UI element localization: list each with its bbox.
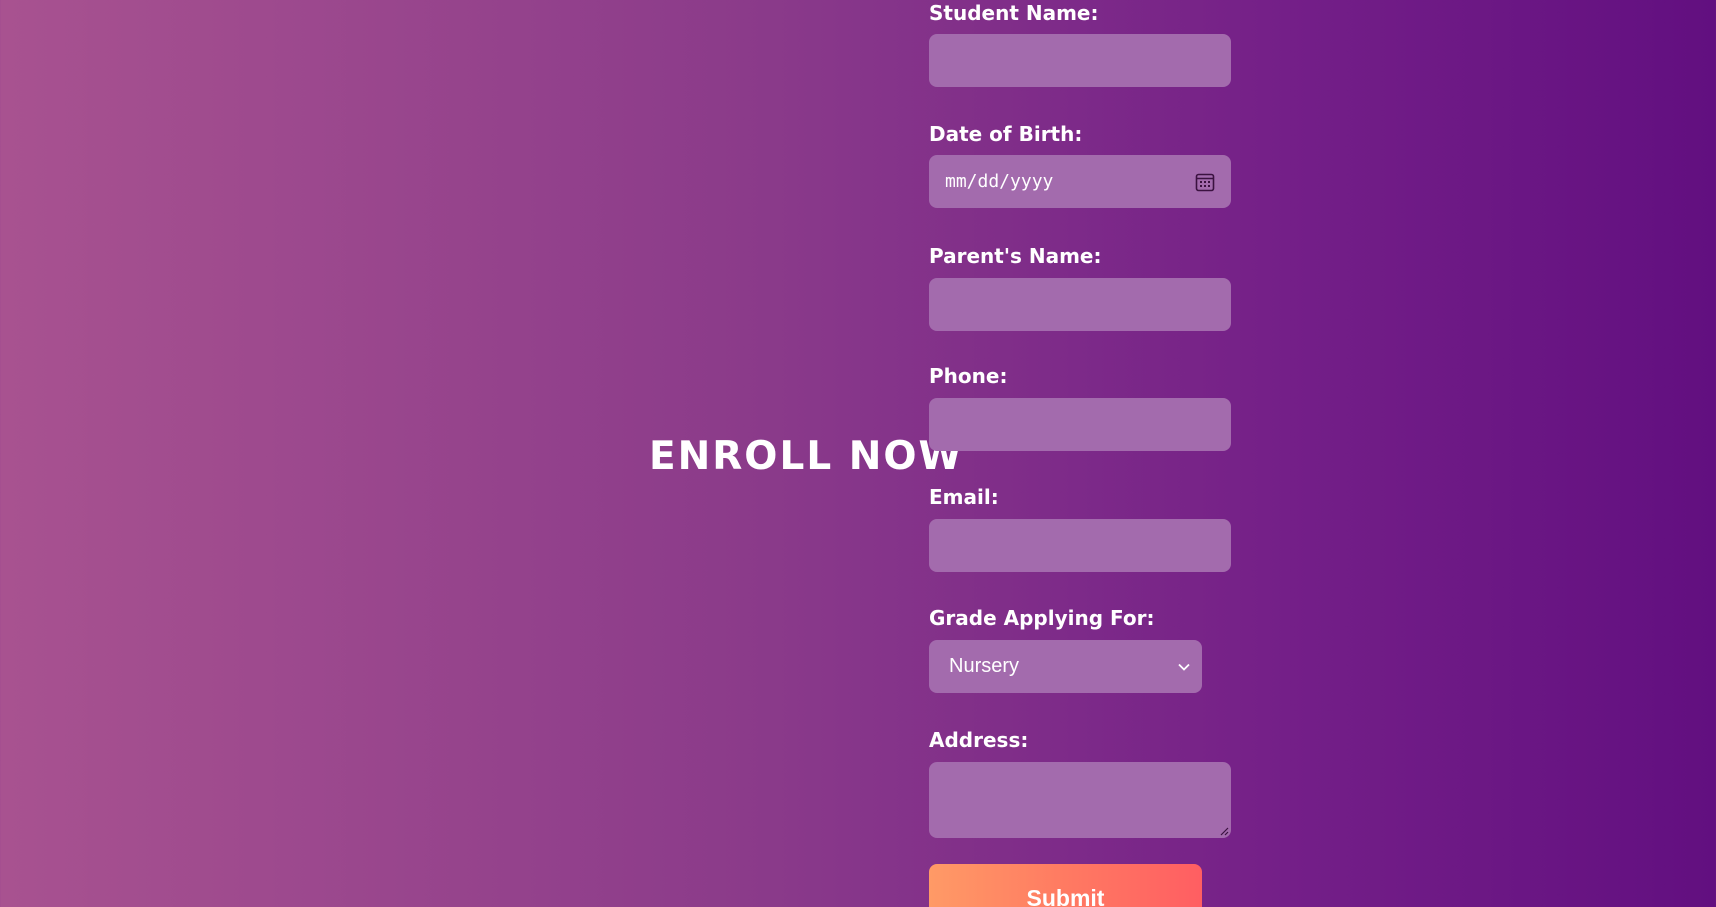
parent-name-input[interactable] bbox=[929, 278, 1231, 331]
grade-selected-value: Nursery bbox=[949, 655, 1020, 677]
email-label: Email: bbox=[929, 485, 999, 509]
date-of-birth-placeholder: mm/dd/yyyy bbox=[945, 171, 1054, 192]
grade-select[interactable]: Nursery bbox=[929, 640, 1202, 693]
phone-input[interactable] bbox=[929, 398, 1231, 451]
student-name-label: Student Name: bbox=[929, 1, 1099, 25]
resize-handle-icon[interactable] bbox=[1219, 826, 1229, 836]
date-of-birth-label: Date of Birth: bbox=[929, 122, 1083, 146]
parent-name-label: Parent's Name: bbox=[929, 244, 1102, 268]
email-input[interactable] bbox=[929, 519, 1231, 572]
submit-button[interactable]: Submit bbox=[929, 864, 1202, 907]
phone-label: Phone: bbox=[929, 364, 1008, 388]
chevron-down-icon bbox=[1178, 663, 1190, 671]
address-label: Address: bbox=[929, 728, 1029, 752]
student-name-input[interactable] bbox=[929, 34, 1231, 87]
grade-label: Grade Applying For: bbox=[929, 606, 1155, 630]
date-of-birth-input[interactable]: mm/dd/yyyy bbox=[929, 155, 1231, 208]
enroll-now-heading: ENROLL NOW bbox=[649, 434, 964, 479]
address-textarea[interactable] bbox=[929, 762, 1231, 838]
calendar-icon[interactable] bbox=[1195, 172, 1215, 192]
